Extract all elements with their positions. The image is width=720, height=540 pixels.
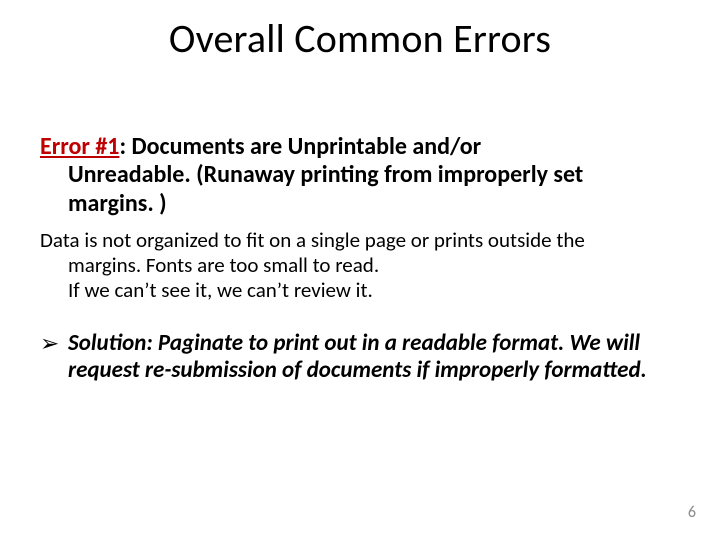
error-description: Data is not organized to fit on a single… bbox=[40, 228, 680, 304]
arrow-icon: ➢ bbox=[40, 330, 59, 358]
slide: Overall Common Errors Error #1: Document… bbox=[0, 0, 720, 540]
solution-block: ➢ Solution: Paginate to print out in a r… bbox=[40, 330, 680, 385]
solution-line1: Solution: Paginate to print out in a rea… bbox=[68, 329, 640, 357]
desc-line1: Data is not organized to fit on a single… bbox=[40, 227, 585, 253]
error-label: Error #1 bbox=[40, 132, 119, 161]
desc-line3: If we can’t see it, we can’t review it. bbox=[40, 278, 680, 303]
solution-line2: request re-submission of documents if im… bbox=[68, 356, 647, 384]
page-number: 6 bbox=[688, 503, 696, 522]
error-heading-line1: : Documents are Unprintable and/or bbox=[119, 132, 481, 161]
slide-body: Error #1: Documents are Unprintable and/… bbox=[40, 133, 680, 385]
error-heading-line2: Unreadable. (Runaway printing from impro… bbox=[40, 161, 680, 189]
slide-title: Overall Common Errors bbox=[0, 14, 720, 63]
error-heading-line3: margins. ) bbox=[40, 190, 680, 218]
error-heading: Error #1: Documents are Unprintable and/… bbox=[40, 133, 680, 218]
desc-line2: margins. Fonts are too small to read. bbox=[40, 253, 680, 278]
